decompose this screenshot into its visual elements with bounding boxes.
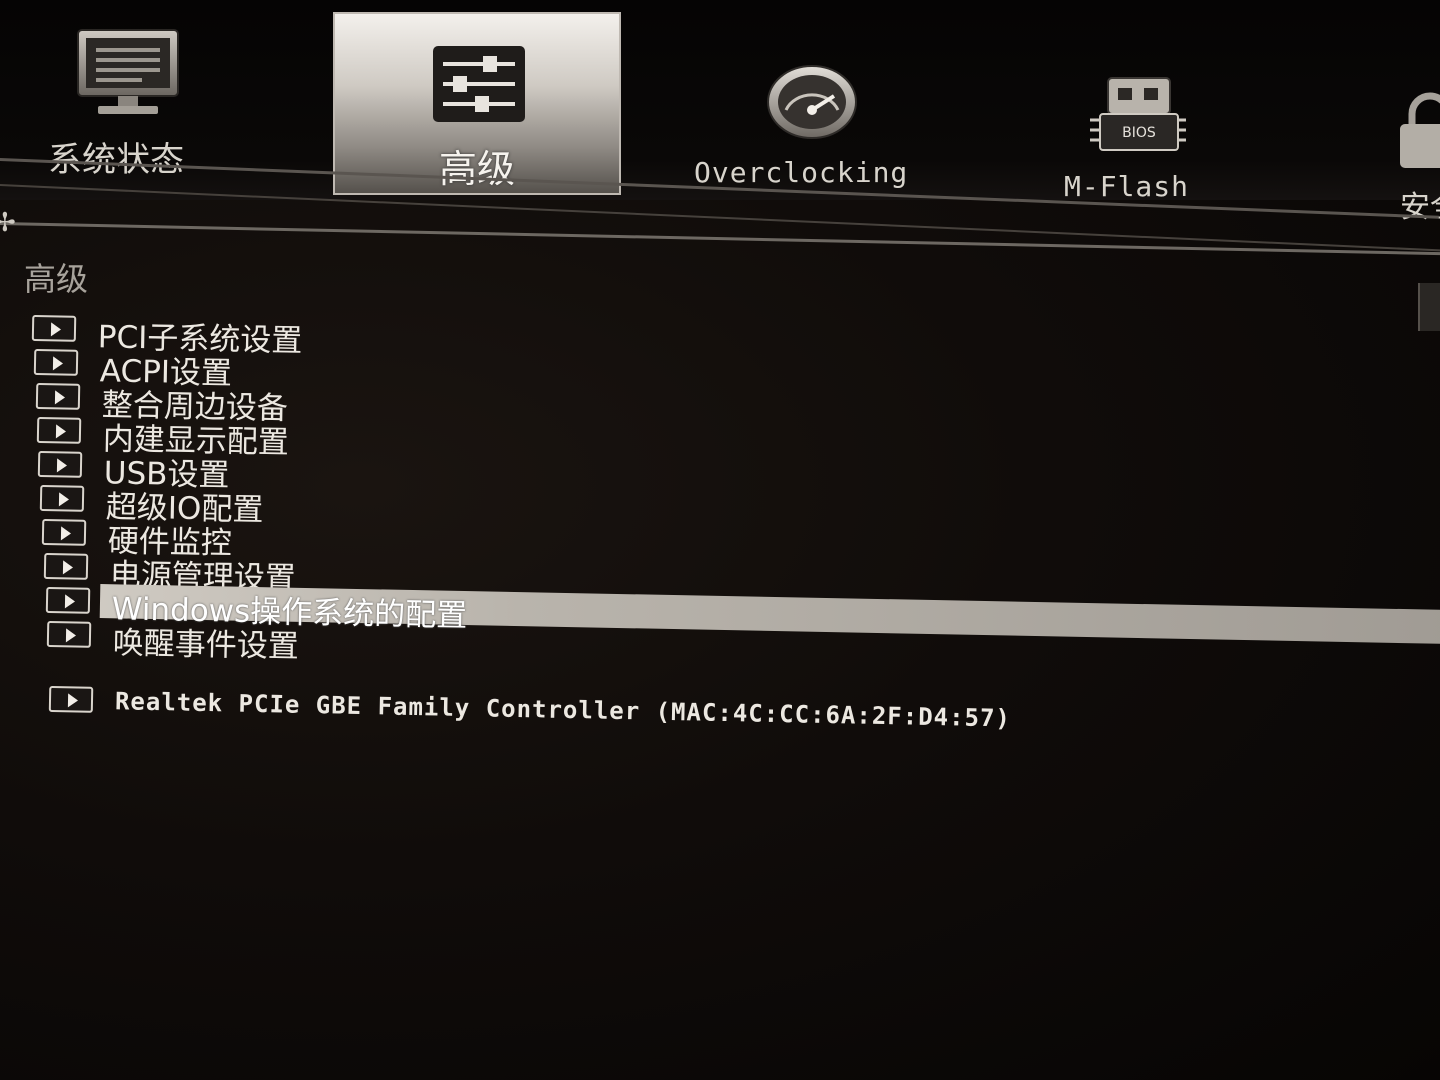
menu-item-label: 唤醒事件设置	[112, 625, 300, 665]
arrow-right-icon	[39, 485, 85, 512]
arrow-right-icon	[48, 686, 94, 713]
menu-item-pci-subsystem[interactable]: PCI子系统设置	[31, 313, 303, 359]
menu-item-power-management[interactable]: 电源管理设置	[43, 551, 296, 597]
menu-item-windows-os-config[interactable]: Windows操作系统的配置	[45, 584, 1440, 645]
menu-item-usb[interactable]: USB设置	[37, 449, 230, 494]
arrow-right-icon	[43, 553, 89, 580]
menu-item-label: Realtek PCIe GBE Family Controller (MAC:…	[114, 687, 1012, 733]
menu-item-integrated-peripherals[interactable]: 整合周边设备	[35, 381, 288, 427]
menu-item-acpi[interactable]: ACPI设置	[33, 347, 232, 392]
bios-screen: 系统状态 高级 Overclocking BIOS M-Flash 安 ✢ 高级…	[0, 0, 1440, 1080]
menu-item-integrated-graphics[interactable]: 内建显示配置	[36, 415, 289, 461]
arrow-right-icon	[33, 349, 79, 376]
menu-item-hardware-monitor[interactable]: 硬件监控	[41, 517, 232, 562]
arrow-right-icon	[31, 315, 77, 342]
menu-item-realtek-nic[interactable]: Realtek PCIe GBE Family Controller (MAC:…	[48, 684, 1011, 732]
menu-item-super-io[interactable]: 超级IO配置	[39, 483, 264, 528]
menu-item-wake-events[interactable]: 唤醒事件设置	[46, 619, 299, 665]
arrow-right-icon	[35, 383, 81, 410]
arrow-right-icon	[41, 519, 87, 546]
arrow-right-icon	[37, 451, 83, 478]
advanced-menu-list: PCI子系统设置 ACPI设置 整合周边设备 内建显示配置 USB设置 超级IO…	[0, 0, 1440, 1080]
arrow-right-icon	[45, 587, 91, 614]
arrow-right-icon	[46, 621, 92, 648]
arrow-right-icon	[36, 417, 82, 444]
